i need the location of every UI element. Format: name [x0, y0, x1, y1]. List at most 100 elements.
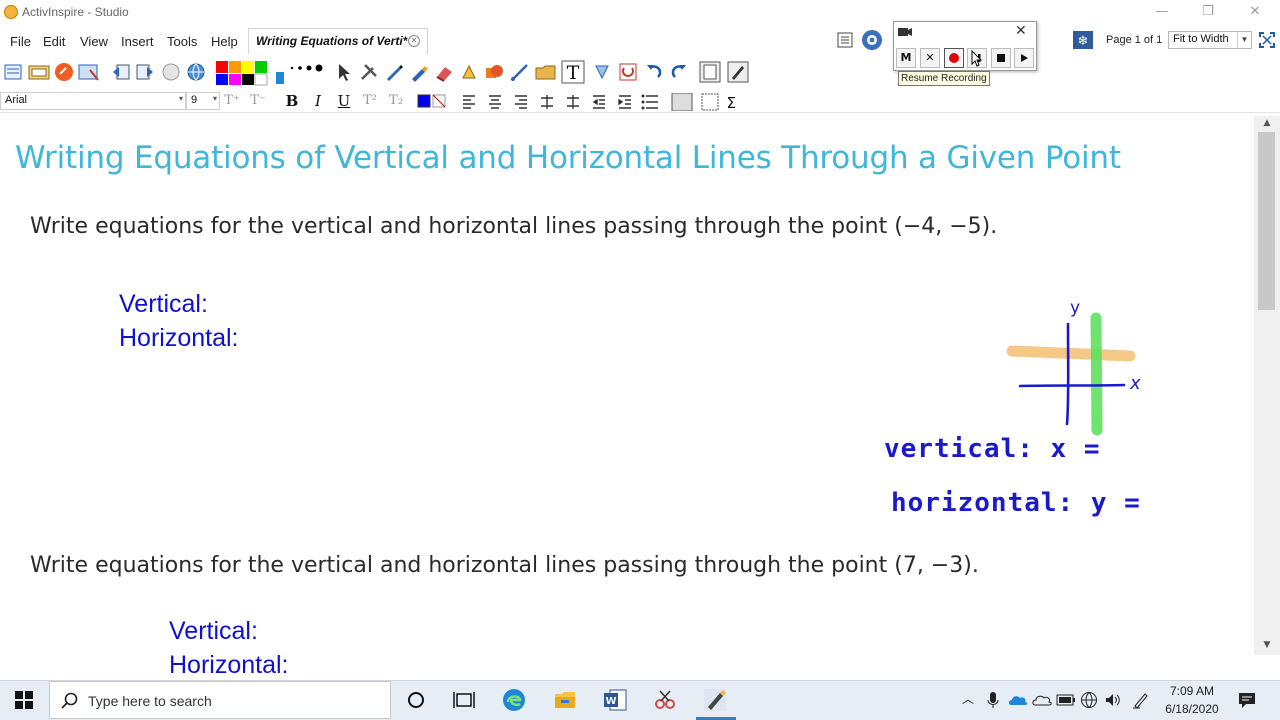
- scrollbar-thumb[interactable]: [1258, 132, 1275, 310]
- close-icon[interactable]: ✕: [1015, 23, 1027, 39]
- tools-icon[interactable]: [359, 62, 379, 82]
- record-icon: [949, 53, 959, 63]
- y-axis-label: y: [1070, 298, 1080, 318]
- web-browser-icon[interactable]: [186, 62, 206, 82]
- decrease-font-size-icon[interactable]: T⁻: [248, 91, 268, 111]
- window-title: ActivInspire - Studio: [22, 5, 129, 19]
- menu-insert[interactable]: Insert: [121, 34, 154, 49]
- menu-edit[interactable]: Edit: [43, 34, 65, 49]
- title-bar: ActivInspire - Studio — ❐ ✕: [0, 0, 1280, 26]
- pen-icon[interactable]: [384, 62, 404, 82]
- zoom-select[interactable]: Fit to Width ▼: [1168, 31, 1252, 49]
- windows-start-icon[interactable]: [15, 691, 33, 709]
- resume-recording-tooltip: Resume Recording: [898, 71, 990, 86]
- fill-tool-icon[interactable]: [592, 62, 612, 82]
- clear-icon[interactable]: [618, 62, 638, 82]
- pen-color-icon[interactable]: [54, 62, 74, 82]
- chevron-up-icon[interactable]: ︿: [962, 690, 974, 707]
- record-button[interactable]: [944, 48, 964, 68]
- flipchart-icon[interactable]: [28, 63, 50, 81]
- color-palette[interactable]: [215, 60, 275, 86]
- mute-button[interactable]: M: [896, 48, 916, 68]
- subscript-icon[interactable]: T₂: [386, 91, 406, 111]
- snipping-tool-icon[interactable]: [652, 687, 678, 713]
- recorder-panel: ✕ M ✕: [893, 21, 1037, 71]
- chevron-down-icon: ▾: [212, 94, 217, 103]
- taskbar-search-box[interactable]: Type here to search: [49, 681, 391, 719]
- play-button[interactable]: [1014, 48, 1034, 68]
- battery-icon[interactable]: [1056, 694, 1076, 706]
- onedrive-icon[interactable]: [1008, 692, 1028, 708]
- page-notes-icon[interactable]: [699, 61, 721, 83]
- edit-page-icon[interactable]: [727, 61, 749, 83]
- page-sorter-icon[interactable]: [836, 31, 854, 49]
- problem-2-horizontal-label: Horizontal:: [169, 651, 289, 679]
- camera-icon: [898, 28, 912, 36]
- microphone-icon[interactable]: [986, 691, 1000, 709]
- close-tab-icon[interactable]: ✕: [408, 35, 420, 47]
- underline-icon[interactable]: U: [334, 91, 354, 111]
- browser-icon[interactable]: [78, 62, 100, 82]
- menu-tools[interactable]: Tools: [167, 34, 197, 49]
- chevron-down-icon: ▾: [178, 94, 183, 103]
- close-icon[interactable]: ✕: [1240, 3, 1270, 21]
- select-tool-icon[interactable]: [334, 62, 354, 82]
- notifications-icon[interactable]: [1238, 691, 1256, 709]
- dashboard-icon[interactable]: [861, 29, 883, 51]
- taskbar-date[interactable]: 6/18/2020: [1158, 702, 1226, 716]
- page-title: Writing Equations of Vertical and Horizo…: [15, 140, 1121, 176]
- redo-icon[interactable]: [669, 62, 689, 82]
- paragraph-tools[interactable]: Σ: [460, 93, 740, 111]
- edge-browser-icon[interactable]: [501, 687, 527, 713]
- menu-view[interactable]: View: [80, 34, 108, 49]
- activinspire-logo-icon: [4, 5, 18, 19]
- cloud-icon[interactable]: [1032, 692, 1052, 708]
- restore-icon[interactable]: ❐: [1193, 3, 1223, 21]
- activinspire-taskbar-icon[interactable]: [702, 687, 728, 713]
- next-page-icon[interactable]: [135, 62, 155, 82]
- eraser-icon[interactable]: [434, 62, 454, 82]
- snowflake-icon[interactable]: ❄: [1073, 31, 1093, 49]
- resource-folder-icon[interactable]: [535, 62, 557, 82]
- taskbar-time[interactable]: 7:09 AM: [1158, 684, 1226, 698]
- previous-page-icon[interactable]: [111, 62, 131, 82]
- pen-width-icon[interactable]: [274, 60, 326, 86]
- text-color-icon[interactable]: [417, 93, 449, 109]
- main-menu-icon[interactable]: [4, 63, 22, 81]
- cortana-icon[interactable]: [403, 687, 429, 713]
- scroll-up-icon[interactable]: ▲: [1254, 118, 1280, 128]
- superscript-icon[interactable]: T²: [360, 91, 380, 111]
- stop-button[interactable]: [991, 48, 1011, 68]
- text-tool-icon[interactable]: T: [561, 60, 585, 84]
- magic-ink-icon[interactable]: [459, 62, 479, 82]
- reset-page-icon[interactable]: [161, 62, 181, 82]
- chevron-down-icon: ▼: [1237, 32, 1251, 48]
- undo-icon[interactable]: [644, 62, 664, 82]
- problem-1-horizontal-label: Horizontal:: [119, 324, 239, 352]
- italic-icon[interactable]: I: [308, 91, 328, 111]
- document-tab[interactable]: Writing Equations of Verti* ✕: [248, 28, 428, 54]
- search-icon: [61, 692, 78, 709]
- stop-icon: [997, 54, 1005, 62]
- word-icon[interactable]: W: [602, 687, 628, 713]
- bold-icon[interactable]: B: [282, 91, 302, 111]
- menu-file[interactable]: File: [10, 34, 31, 49]
- cancel-recording-icon[interactable]: ✕: [920, 48, 940, 68]
- fullscreen-icon[interactable]: [1258, 31, 1276, 49]
- vertical-scrollbar[interactable]: ▲ ▼: [1254, 116, 1280, 655]
- highlighter-icon[interactable]: [409, 62, 429, 82]
- font-family-select[interactable]: Arial ▾: [0, 92, 186, 110]
- font-size-select[interactable]: 9 ▾: [186, 92, 220, 110]
- menu-help[interactable]: Help: [211, 34, 238, 49]
- speaker-icon[interactable]: [1104, 692, 1122, 708]
- task-view-icon[interactable]: [451, 687, 477, 713]
- file-explorer-icon[interactable]: [552, 687, 578, 713]
- minimize-icon[interactable]: —: [1147, 3, 1177, 21]
- shape-icon[interactable]: [484, 62, 506, 82]
- globe-network-icon[interactable]: [1080, 691, 1098, 709]
- connector-icon[interactable]: [510, 62, 530, 82]
- scroll-down-icon[interactable]: ▼: [1254, 640, 1280, 650]
- increase-font-size-icon[interactable]: T⁺: [222, 91, 242, 111]
- document-tab-label: Writing Equations of Verti*: [256, 34, 408, 48]
- pen-workspace-icon[interactable]: [1132, 691, 1150, 709]
